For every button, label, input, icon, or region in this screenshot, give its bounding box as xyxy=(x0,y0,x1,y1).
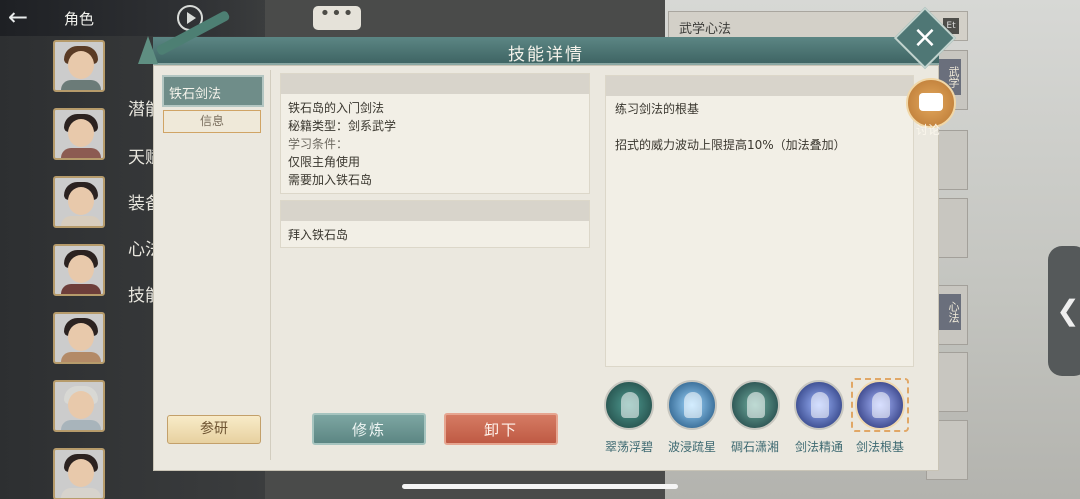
water-drop-icon xyxy=(667,380,717,430)
condition-item: 仅限主角使用 xyxy=(288,155,361,169)
acquire-method: 拜入铁石岛 xyxy=(288,228,349,242)
character-portrait[interactable] xyxy=(53,244,105,296)
panel-header xyxy=(281,201,589,221)
right-panel-title: 武学心法 xyxy=(679,22,732,37)
panel-header xyxy=(606,76,913,96)
character-portrait[interactable] xyxy=(53,448,105,499)
effect-title: 练习剑法的根基 xyxy=(615,102,700,116)
skill-slot[interactable]: 剑法精通 xyxy=(792,380,846,456)
skill-name: 碉石潇湘 xyxy=(730,440,779,454)
effect-description: 招式的威力波动上限提高10%（加法叠加） xyxy=(615,138,846,152)
dialog-header: 技能详情 xyxy=(153,37,939,65)
sword-ornament-icon xyxy=(138,9,233,64)
info-tab[interactable]: 信息 xyxy=(163,110,261,133)
divider xyxy=(270,70,271,460)
effect-panel xyxy=(605,75,914,367)
sword-stance-icon xyxy=(730,380,780,430)
skill-slot[interactable]: 波浸疏星 xyxy=(665,380,719,456)
character-portrait[interactable] xyxy=(53,40,105,92)
close-icon: × xyxy=(912,20,938,55)
skill-name: 剑法精通 xyxy=(794,440,843,454)
skill-type: 秘籍类型：剑系武学 xyxy=(288,119,397,133)
condition-item: 需要加入铁石岛 xyxy=(288,173,373,187)
ellipsis-chat-icon[interactable]: ••• xyxy=(313,5,361,30)
chat-icon xyxy=(919,93,943,111)
back-arrow-icon[interactable]: ← xyxy=(8,5,48,31)
chevron-left-icon[interactable]: ❮ xyxy=(1048,246,1080,376)
character-portrait[interactable] xyxy=(53,108,105,160)
unequip-button[interactable]: 卸下 xyxy=(444,413,558,445)
skill-list-item[interactable]: 铁石剑法 xyxy=(162,75,264,107)
skill-name: 剑法根基 xyxy=(855,440,904,454)
skill-slot-selected[interactable]: 剑法根基 xyxy=(853,380,907,456)
research-button[interactable]: 参研 xyxy=(167,415,261,444)
skill-name: 翠荡浮碧 xyxy=(604,440,653,454)
meditation-icon xyxy=(855,380,905,430)
learning-condition-label: 学习条件： xyxy=(288,137,349,151)
sword-stance-icon xyxy=(604,380,654,430)
discuss-label: 讨论 xyxy=(916,123,941,137)
panel-header xyxy=(281,74,589,94)
skill-name: 波浸疏星 xyxy=(667,440,716,454)
home-indicator[interactable] xyxy=(402,484,678,489)
dialog-title: 技能详情 xyxy=(508,45,584,65)
skill-list-label: 铁石剑法 xyxy=(169,87,222,102)
skill-slot[interactable]: 翠荡浮碧 xyxy=(602,380,656,456)
page-title: 角色 xyxy=(64,10,95,28)
meditation-icon xyxy=(794,380,844,430)
train-button[interactable]: 修炼 xyxy=(312,413,426,445)
character-portrait[interactable] xyxy=(53,176,105,228)
skill-description: 铁石岛的入门剑法 xyxy=(288,101,385,115)
character-portrait[interactable] xyxy=(53,312,105,364)
character-portrait[interactable] xyxy=(53,380,105,432)
skill-slot[interactable]: 碉石潇湘 xyxy=(728,380,782,456)
